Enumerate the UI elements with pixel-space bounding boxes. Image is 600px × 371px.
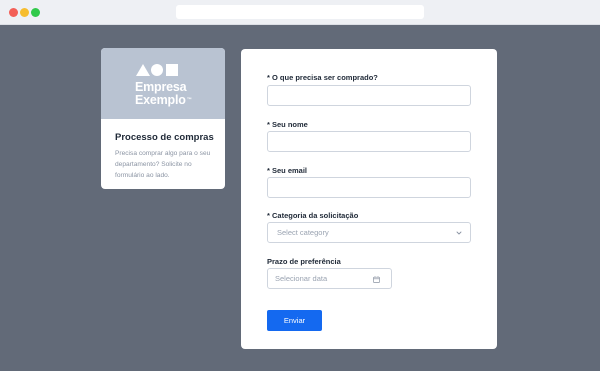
- browser-titlebar: [0, 0, 600, 25]
- chevron-down-icon: [456, 231, 462, 235]
- item-label: * O que precisa ser comprado?: [267, 73, 378, 82]
- close-window-button[interactable]: [9, 8, 18, 17]
- category-label: * Categoria da solicitação: [267, 211, 359, 220]
- maximize-window-button[interactable]: [31, 8, 40, 17]
- email-input[interactable]: [267, 177, 471, 198]
- brand-description: Precisa comprar algo para o seu departam…: [115, 150, 211, 179]
- brand-title: Processo de compras: [115, 132, 214, 143]
- submit-button[interactable]: Enviar: [267, 310, 322, 331]
- company-logo-text: Empresa Exemplo™: [135, 81, 192, 107]
- item-input[interactable]: [267, 85, 471, 106]
- company-logo-icon: [136, 64, 182, 76]
- trademark-mark: ™: [186, 97, 192, 103]
- address-bar[interactable]: [176, 5, 424, 19]
- deadline-label: Prazo de preferência: [267, 257, 341, 266]
- logo-triangle-icon: [136, 64, 150, 76]
- purchase-request-form: * O que precisa ser comprado? * Seu nome…: [241, 49, 497, 349]
- logo-line-2: Exemplo: [135, 93, 186, 107]
- name-input[interactable]: [267, 131, 471, 152]
- deadline-date-picker[interactable]: Selecionar data: [267, 268, 392, 289]
- name-label: * Seu nome: [267, 120, 308, 129]
- deadline-placeholder: Selecionar data: [275, 274, 328, 283]
- email-label: * Seu email: [267, 166, 308, 175]
- logo-circle-icon: [151, 64, 163, 76]
- brand-banner: Empresa Exemplo™: [101, 48, 225, 119]
- category-select[interactable]: Select category: [267, 222, 471, 243]
- category-placeholder: Select category: [277, 228, 329, 237]
- app-window: Empresa Exemplo™ Processo de compras Pre…: [0, 0, 600, 371]
- minimize-window-button[interactable]: [20, 8, 29, 17]
- calendar-icon[interactable]: [373, 276, 380, 283]
- brand-card: Empresa Exemplo™ Processo de compras Pre…: [101, 48, 225, 189]
- logo-square-icon: [166, 64, 178, 76]
